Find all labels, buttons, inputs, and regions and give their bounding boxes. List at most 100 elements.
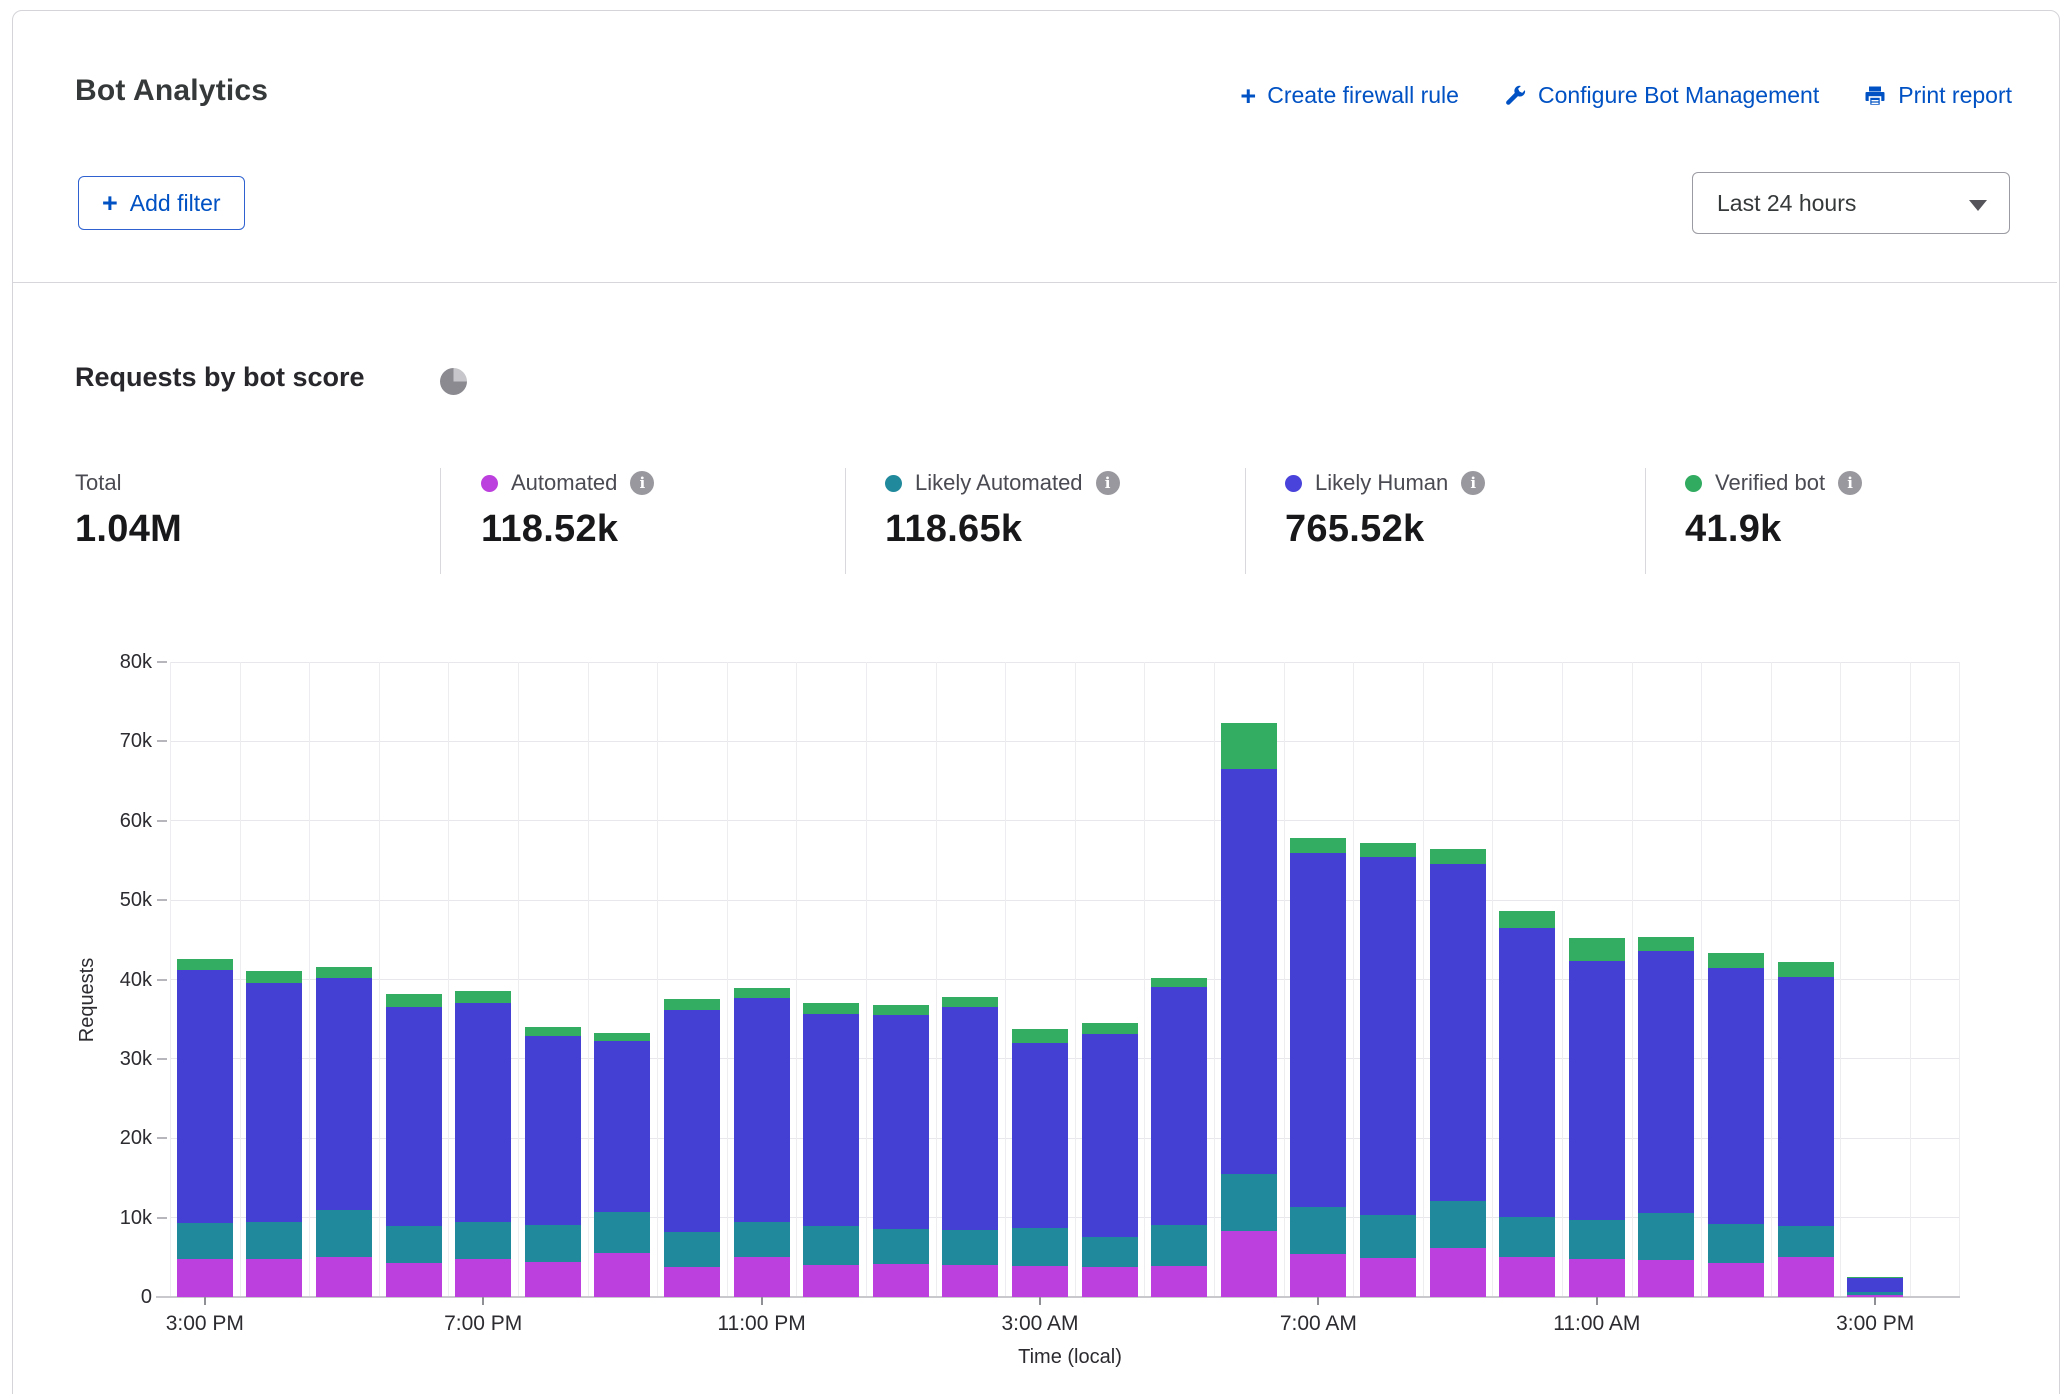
- v-gridline: [1840, 662, 1841, 1297]
- bar-segment-automated: [1778, 1257, 1834, 1297]
- create-firewall-rule-link[interactable]: + Create firewall rule: [1240, 82, 1459, 109]
- bar-segment-likely-human: [1012, 1043, 1068, 1228]
- v-gridline: [1771, 662, 1772, 1297]
- bar[interactable]: [1012, 1029, 1068, 1297]
- v-gridline: [1144, 662, 1145, 1297]
- bar-segment-likely-automated: [1151, 1225, 1207, 1266]
- bar[interactable]: [1778, 962, 1834, 1297]
- bar-segment-automated: [1082, 1267, 1138, 1297]
- bar[interactable]: [1569, 938, 1625, 1297]
- info-icon[interactable]: i: [1096, 471, 1120, 495]
- bar[interactable]: [1708, 953, 1764, 1297]
- bar-segment-likely-human: [1290, 853, 1346, 1207]
- bar-segment-verified-bot: [455, 991, 511, 1003]
- bar[interactable]: [177, 959, 233, 1297]
- bar-segment-likely-human: [1847, 1278, 1903, 1292]
- chevron-down-icon: [1969, 200, 1987, 211]
- bar-segment-automated: [1360, 1258, 1416, 1297]
- x-tick-label: 3:00 PM: [125, 1312, 285, 1336]
- info-icon[interactable]: i: [630, 471, 654, 495]
- y-tick-label: 70k: [62, 729, 152, 753]
- bar[interactable]: [246, 971, 302, 1297]
- bar-segment-likely-human: [734, 998, 790, 1223]
- bar-segment-verified-bot: [873, 1005, 929, 1015]
- v-gridline: [1632, 662, 1633, 1297]
- stat-label-row: Automatedi: [481, 470, 654, 496]
- stat-likely-automated: Likely Automatedi118.65k: [885, 470, 1120, 551]
- v-gridline: [1005, 662, 1006, 1297]
- bar-segment-likely-automated: [386, 1226, 442, 1263]
- bar[interactable]: [386, 994, 442, 1297]
- v-gridline: [1701, 662, 1702, 1297]
- stat-total: Total1.04M: [75, 470, 182, 551]
- bar-segment-likely-human: [1082, 1034, 1138, 1237]
- bar-segment-verified-bot: [246, 971, 302, 984]
- bar-segment-automated: [316, 1257, 372, 1297]
- y-tick: [157, 661, 167, 663]
- stat-column-divider: [440, 468, 441, 574]
- v-gridline: [936, 662, 937, 1297]
- h-gridline: [170, 741, 1960, 742]
- bar[interactable]: [873, 1005, 929, 1297]
- bar[interactable]: [316, 967, 372, 1297]
- bar-segment-likely-human: [1569, 961, 1625, 1220]
- bar[interactable]: [734, 988, 790, 1297]
- h-gridline: [170, 820, 1960, 821]
- x-tick: [204, 1297, 206, 1305]
- v-gridline: [866, 662, 867, 1297]
- bar-segment-likely-human: [455, 1003, 511, 1222]
- bar[interactable]: [803, 1003, 859, 1297]
- bar-segment-likely-automated: [664, 1232, 720, 1267]
- section-title: Requests by bot score: [75, 362, 365, 393]
- stat-automated: Automatedi118.52k: [481, 470, 654, 551]
- bar-segment-likely-automated: [316, 1210, 372, 1257]
- page-title: Bot Analytics: [75, 74, 268, 108]
- bar[interactable]: [1290, 838, 1346, 1297]
- add-filter-button[interactable]: + Add filter: [78, 176, 245, 230]
- bar[interactable]: [1430, 849, 1486, 1297]
- stat-label: Total: [75, 470, 121, 496]
- bar[interactable]: [942, 997, 998, 1297]
- v-gridline: [1910, 662, 1911, 1297]
- bar-segment-automated: [594, 1253, 650, 1297]
- y-tick: [157, 1058, 167, 1060]
- bar-segment-verified-bot: [1082, 1023, 1138, 1033]
- bar-segment-likely-automated: [246, 1222, 302, 1259]
- v-gridline: [796, 662, 797, 1297]
- configure-bot-management-link[interactable]: Configure Bot Management: [1503, 82, 1819, 109]
- bar-segment-likely-automated: [1569, 1220, 1625, 1259]
- y-tick: [157, 979, 167, 981]
- bar-segment-likely-human: [1221, 769, 1277, 1174]
- time-range-select[interactable]: Last 24 hours: [1692, 172, 2010, 234]
- bar-segment-automated: [873, 1264, 929, 1297]
- v-gridline: [1075, 662, 1076, 1297]
- legend-dot: [885, 475, 902, 492]
- bar-segment-likely-human: [525, 1036, 581, 1225]
- bar-segment-verified-bot: [525, 1027, 581, 1036]
- bar[interactable]: [1638, 937, 1694, 1297]
- bar-segment-verified-bot: [386, 994, 442, 1007]
- bar[interactable]: [664, 999, 720, 1297]
- v-gridline: [1423, 662, 1424, 1297]
- bar[interactable]: [455, 991, 511, 1297]
- bar-segment-verified-bot: [803, 1003, 859, 1014]
- bar[interactable]: [594, 1033, 650, 1297]
- bar[interactable]: [1499, 911, 1555, 1297]
- bar-segment-likely-automated: [942, 1230, 998, 1265]
- y-tick-label: 80k: [62, 650, 152, 674]
- info-icon[interactable]: i: [1461, 471, 1485, 495]
- bar[interactable]: [1360, 843, 1416, 1297]
- print-report-link[interactable]: Print report: [1863, 82, 2012, 109]
- bar-segment-automated: [1430, 1248, 1486, 1297]
- bar-segment-likely-automated: [1221, 1174, 1277, 1231]
- bar[interactable]: [1082, 1023, 1138, 1297]
- v-gridline: [1492, 662, 1493, 1297]
- bar[interactable]: [1221, 723, 1277, 1297]
- bar-segment-likely-human: [386, 1007, 442, 1226]
- bar[interactable]: [1151, 978, 1207, 1297]
- info-icon[interactable]: i: [1838, 471, 1862, 495]
- bar[interactable]: [525, 1027, 581, 1297]
- legend-dot: [481, 475, 498, 492]
- printer-icon: [1863, 84, 1887, 108]
- bar[interactable]: [1847, 1277, 1903, 1297]
